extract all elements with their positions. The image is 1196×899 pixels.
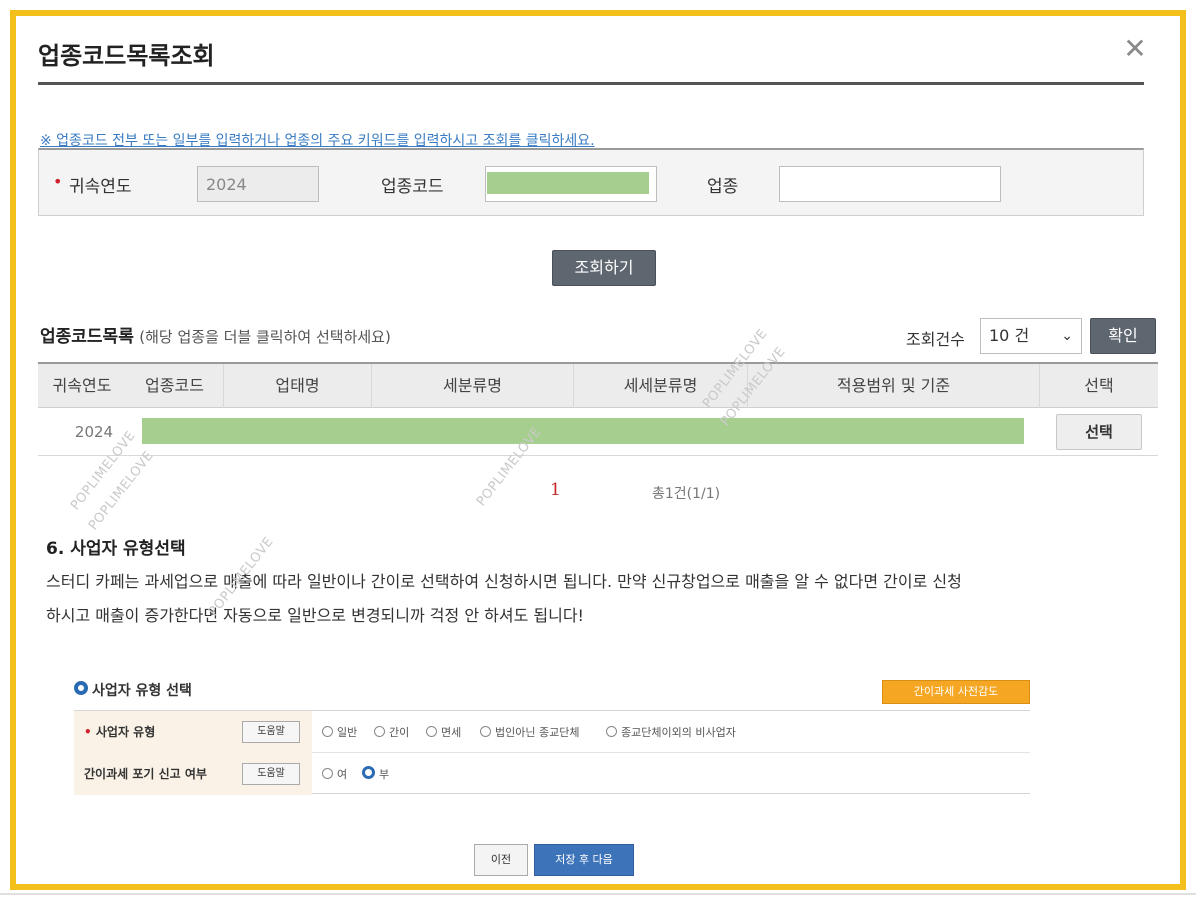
search-form: • 귀속연도 업종코드 업종 — [38, 148, 1144, 216]
business-type-row: • 사업자 유형 도움말 일반 간이 면세 법인아닌 종교단체 종교단체이외의 … — [74, 711, 1030, 753]
row-redaction — [142, 418, 1024, 444]
option-non-business-label: 종교단체이외의 비사업자 — [621, 726, 736, 739]
count-select[interactable]: 10 건 ⌄ — [980, 318, 1082, 354]
required-marker: • — [53, 172, 63, 191]
panel-bullet-icon — [74, 681, 88, 695]
search-notice: ※ 업종코드 전부 또는 일부를 입력하거나 업종의 주요 키워드를 입력하시고… — [40, 133, 595, 149]
business-type-form: • 사업자 유형 도움말 일반 간이 면세 법인아닌 종교단체 종교단체이외의 … — [74, 710, 1030, 795]
close-icon[interactable]: ✕ — [1120, 34, 1150, 64]
option-religious-org-label: 법인아닌 종교단체 — [495, 726, 580, 739]
required-marker: • — [84, 725, 96, 739]
business-type-label-cell: • 사업자 유형 도움말 — [74, 711, 312, 753]
radio-icon — [606, 726, 617, 737]
list-title: 업종코드목록 (해당 업종을 더블 클릭하여 선택하세요) — [40, 322, 391, 347]
table-row[interactable]: 2024 선택 — [38, 408, 1158, 456]
count-label: 조회건수 — [906, 330, 965, 349]
option-yes[interactable]: 여 — [322, 766, 347, 782]
option-general[interactable]: 일반 — [322, 724, 357, 740]
row-year: 2024 — [74, 423, 114, 441]
year-input[interactable] — [197, 166, 319, 202]
business-type-help-button[interactable]: 도움말 — [242, 721, 300, 743]
chevron-down-icon: ⌄ — [1061, 328, 1073, 344]
radio-icon — [480, 726, 491, 737]
count-value: 10 건 — [989, 326, 1030, 345]
bottom-divider — [0, 893, 1196, 895]
col-year: 귀속연도 — [52, 376, 112, 395]
waiver-label: 간이과세 포기 신고 여부 — [84, 767, 207, 781]
col-subclass: 세분류명 — [372, 364, 574, 408]
save-next-button[interactable]: 저장 후 다음 — [534, 844, 634, 876]
prev-button[interactable]: 이전 — [474, 844, 528, 876]
option-exempt[interactable]: 면세 — [426, 724, 461, 740]
business-type-label: • 사업자 유형 — [84, 723, 155, 740]
radio-icon — [322, 768, 333, 779]
waiver-label-cell: 간이과세 포기 신고 여부 도움말 — [74, 753, 312, 795]
grid-header: 귀속연도 업종코드 업태명 세분류명 세세분류명 적용범위 및 기준 선택 — [38, 362, 1158, 408]
radio-icon — [322, 726, 333, 737]
waiver-help-button[interactable]: 도움말 — [242, 763, 300, 785]
list-subtitle: (해당 업종을 더블 클릭하여 선택하세요) — [139, 328, 391, 346]
business-type-label-text: 사업자 유형 — [95, 725, 156, 739]
biz-input[interactable] — [779, 166, 1001, 202]
radio-icon — [374, 726, 385, 737]
biz-label: 업종 — [707, 177, 739, 197]
page-current[interactable]: 1 — [550, 480, 561, 500]
search-button[interactable]: 조회하기 — [552, 250, 656, 286]
list-title-text: 업종코드목록 — [40, 327, 134, 347]
confirm-button[interactable]: 확인 — [1090, 318, 1156, 354]
code-label: 업종코드 — [381, 177, 444, 197]
radio-icon — [426, 726, 437, 737]
code-redaction — [487, 172, 649, 194]
row-select-button[interactable]: 선택 — [1056, 414, 1142, 450]
simple-tax-waiver-row: 간이과세 포기 신고 여부 도움말 여 부 — [74, 753, 1030, 795]
option-no-label: 부 — [379, 768, 390, 781]
title-divider — [38, 82, 1144, 85]
option-exempt-label: 면세 — [441, 726, 462, 739]
col-select: 선택 — [1084, 376, 1114, 395]
option-no[interactable]: 부 — [362, 766, 389, 782]
option-yes-label: 여 — [337, 768, 348, 781]
dialog-title: 업종코드목록조회 — [38, 42, 215, 70]
option-non-business[interactable]: 종교단체이외의 비사업자 — [606, 724, 736, 740]
section-paragraph-line1: 스터디 카페는 과세업으로 매출에 따라 일반이나 간이로 선택하여 신청하시면… — [46, 572, 962, 591]
option-general-label: 일반 — [337, 726, 358, 739]
panel-title: 사업자 유형 선택 — [92, 683, 192, 699]
col-type: 업태명 — [224, 364, 372, 408]
option-simple[interactable]: 간이 — [374, 724, 409, 740]
col-scope: 적용범위 및 기준 — [748, 364, 1040, 408]
simple-tax-check-button[interactable]: 간이과세 사전감도 — [882, 680, 1030, 704]
year-label: 귀속연도 — [69, 177, 132, 197]
option-religious-org[interactable]: 법인아닌 종교단체 — [480, 724, 579, 740]
section-title: 6. 사업자 유형선택 — [46, 539, 186, 559]
page-total: 총1건(1/1) — [652, 486, 721, 502]
col-code: 업종코드 — [126, 364, 224, 408]
option-simple-label: 간이 — [389, 726, 410, 739]
radio-selected-icon — [362, 766, 375, 779]
